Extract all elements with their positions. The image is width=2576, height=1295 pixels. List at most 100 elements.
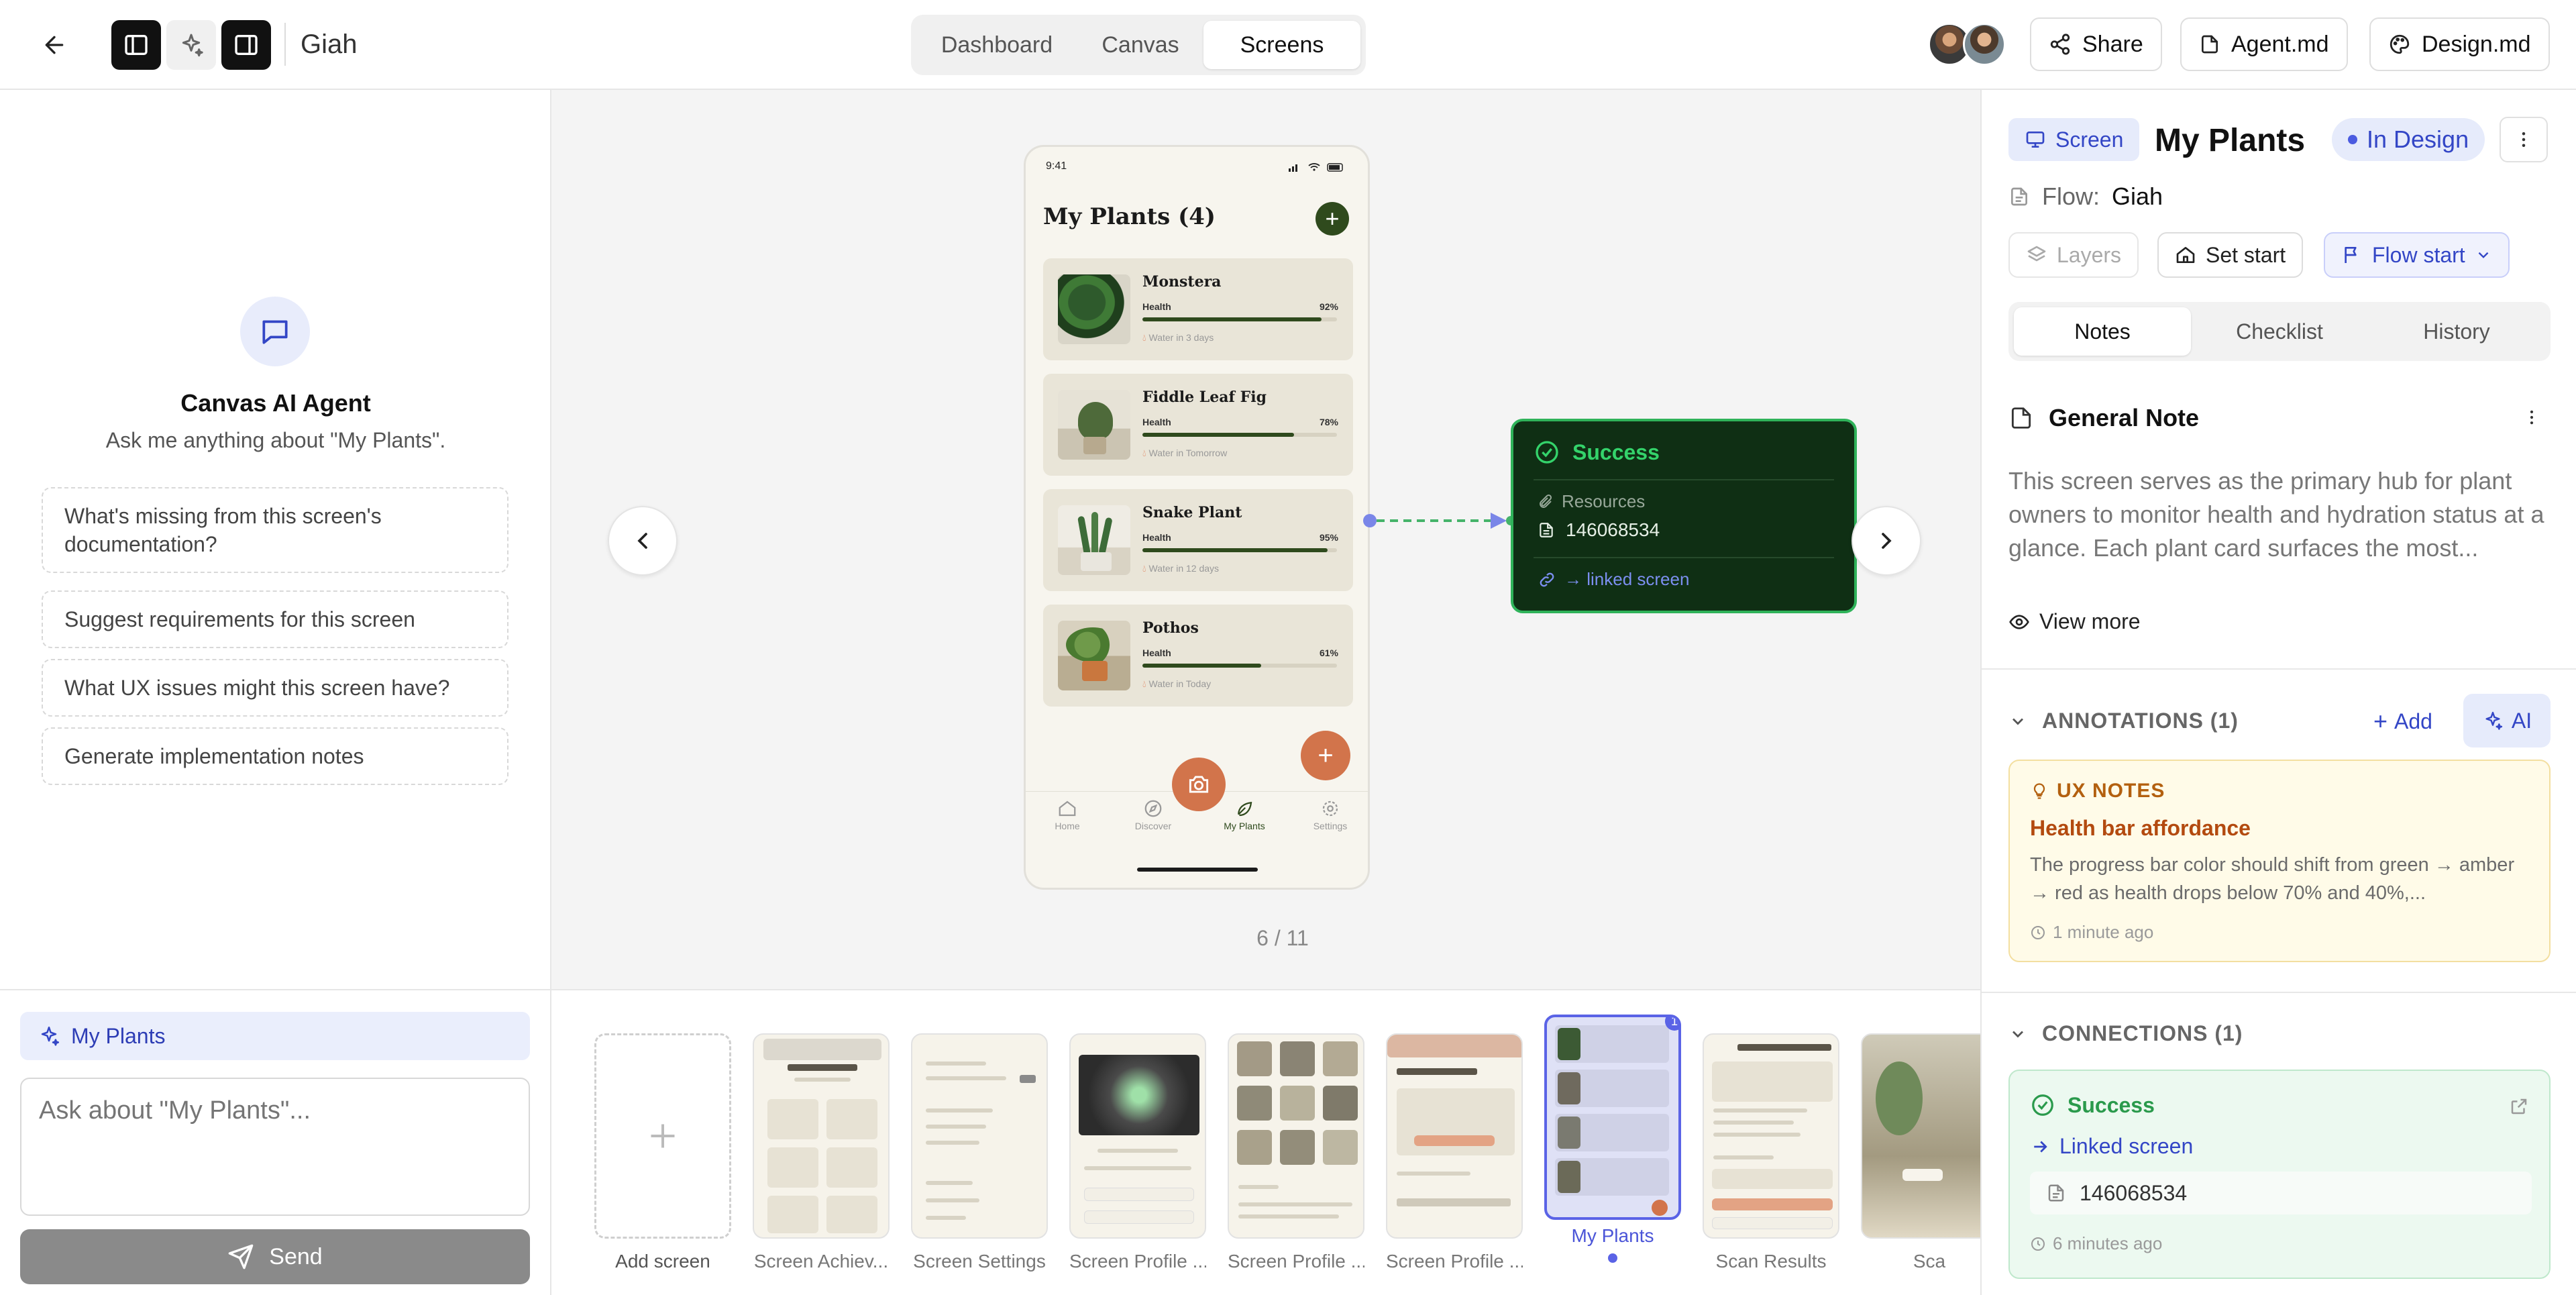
film-screen-item[interactable]: Scan Results: [1703, 1033, 1839, 1272]
ux-note-tag: UX NOTES: [2030, 780, 2165, 802]
suggestion-chip[interactable]: Generate implementation notes: [42, 727, 508, 785]
plant-card[interactable]: Snake Plant Health 95% 💧︎ Water in 12 da…: [1043, 489, 1353, 591]
phone-tab-label: Discover: [1134, 821, 1172, 831]
avatar[interactable]: [1963, 23, 2006, 66]
ux-note-timestamp: 1 minute ago: [2030, 922, 2153, 943]
view-more-label: View more: [2039, 609, 2141, 633]
suggestion-chip[interactable]: What UX issues might this screen have?: [42, 659, 508, 717]
health-bar-fill: [1142, 433, 1295, 437]
phone-tab-my-plants[interactable]: My Plants: [1218, 798, 1271, 831]
layers-button[interactable]: Layers: [2008, 232, 2139, 278]
toggle-ai-button[interactable]: [166, 20, 216, 70]
toggle-left-panel-button[interactable]: [111, 20, 161, 70]
tab-history[interactable]: History: [2368, 307, 2545, 356]
flag-icon: [2345, 247, 2357, 263]
tab-checklist[interactable]: Checklist: [2191, 307, 2368, 356]
chevron-down-icon: [2012, 1031, 2023, 1037]
view-more-link[interactable]: View more: [2008, 609, 2141, 634]
flow-start-dropdown[interactable]: Flow start: [2324, 232, 2510, 278]
film-thumbnail: [1861, 1033, 1980, 1239]
phone-preview[interactable]: 9:41 My Plants (4) + Monstera Health 92%…: [1024, 145, 1370, 890]
previous-screen-button[interactable]: [608, 506, 678, 576]
chat-input[interactable]: [20, 1078, 530, 1216]
send-button[interactable]: Send: [20, 1229, 530, 1284]
design-md-button[interactable]: Design.md: [2369, 17, 2550, 71]
arrow-left-icon: [45, 36, 64, 54]
phone-tab-home[interactable]: Home: [1040, 798, 1094, 831]
film-screen-item[interactable]: Sca: [1861, 1033, 1980, 1272]
context-chip[interactable]: My Plants: [20, 1012, 530, 1060]
plant-card[interactable]: Monstera Health 92% 💧︎ Water in 3 days: [1043, 258, 1353, 360]
screen-chip-label: Screen: [2055, 127, 2124, 152]
connection-resource-id: 146068534: [2080, 1180, 2188, 1205]
add-annotation-button[interactable]: + Add: [2373, 707, 2432, 735]
film-screen-item[interactable]: Screen Achiev...: [753, 1033, 890, 1272]
status-dot: [2348, 135, 2357, 144]
resource-item[interactable]: 146068534: [1538, 519, 1660, 541]
suggestion-chip[interactable]: Suggest requirements for this screen: [42, 590, 508, 648]
back-button[interactable]: [36, 27, 72, 63]
phone-add-button[interactable]: +: [1316, 202, 1349, 236]
film-screen-item[interactable]: Screen Profile ...: [1228, 1033, 1364, 1272]
plant-photo: [1058, 505, 1130, 575]
status-badge[interactable]: In Design: [2332, 118, 2485, 161]
tab-dashboard[interactable]: Dashboard: [916, 21, 1077, 69]
plant-card[interactable]: Fiddle Leaf Fig Health 78% 💧︎ Water in T…: [1043, 374, 1353, 476]
note-options-button[interactable]: [2522, 408, 2541, 430]
connection-start-handle[interactable]: [1363, 514, 1377, 527]
film-screen-item-selected[interactable]: 1 My Plants: [1544, 1015, 1681, 1263]
connection-card[interactable]: Success Linked screen 146068534 6 minute…: [2008, 1070, 2551, 1279]
connection-resource[interactable]: 146068534: [2030, 1172, 2532, 1214]
add-screen-button[interactable]: [594, 1033, 731, 1239]
add-screen-item[interactable]: Add screen: [594, 1033, 731, 1272]
tab-notes[interactable]: Notes: [2014, 307, 2191, 356]
status-bar-time: 9:41: [1046, 160, 1067, 172]
plant-health-value: 61%: [1319, 648, 1338, 658]
toggle-right-panel-button[interactable]: [221, 20, 271, 70]
film-screen-item[interactable]: Screen Profile ...: [1386, 1033, 1523, 1272]
tab-screens[interactable]: Screens: [1203, 21, 1360, 69]
phone-tab-label: My Plants: [1224, 821, 1265, 831]
phone-tab-settings[interactable]: Settings: [1303, 798, 1357, 831]
linked-screen-label: Linked screen: [2059, 1134, 2194, 1158]
check-circle-icon: [2032, 1094, 2053, 1116]
gear-icon: [1322, 800, 1338, 817]
open-external-button[interactable]: [2509, 1096, 2529, 1120]
tab-canvas[interactable]: Canvas: [1077, 21, 1203, 69]
general-note-title: General Note: [2049, 404, 2200, 431]
screen-filmstrip: Add screen Screen Achiev... Screen Setti…: [551, 989, 1980, 1295]
connections-header[interactable]: CONNECTIONS (1): [2008, 1021, 2243, 1046]
more-options-button[interactable]: [2500, 117, 2548, 162]
linked-screen-link[interactable]: → linked screen: [1538, 569, 1689, 590]
agent-md-button[interactable]: Agent.md: [2180, 17, 2348, 71]
next-screen-button[interactable]: [1851, 506, 1921, 576]
sidebar-right-icon: [235, 35, 258, 55]
success-node[interactable]: Success Resources 146068534 → linked scr…: [1511, 419, 1857, 613]
plant-photo: [1058, 621, 1130, 690]
share-button[interactable]: Share: [2030, 17, 2162, 71]
film-screen-item[interactable]: Screen Profile ...: [1069, 1033, 1206, 1272]
annotations-header[interactable]: ANNOTATIONS (1): [2008, 709, 2239, 733]
phone-camera-button[interactable]: [1172, 758, 1226, 811]
resources-label: Resources: [1538, 491, 1645, 512]
resource-id: 146068534: [1566, 519, 1660, 540]
film-screen-item[interactable]: Screen Settings: [911, 1033, 1048, 1272]
add-annotation-label: Add: [2394, 709, 2432, 733]
phone-fab-add-button[interactable]: +: [1301, 731, 1350, 780]
ux-note-card[interactable]: UX NOTES Health bar affordance The progr…: [2008, 760, 2551, 962]
plant-card[interactable]: Pothos Health 61% 💧︎ Water in Today: [1043, 605, 1353, 707]
film-thumbnail: [1703, 1033, 1839, 1239]
success-node-header: Success: [1534, 439, 1660, 466]
droplet-icon: 💧︎: [1142, 448, 1146, 458]
plus-icon: [651, 1124, 675, 1148]
screen-title: My Plants: [2155, 123, 2306, 158]
ai-annotation-button[interactable]: AI: [2463, 694, 2551, 747]
suggestion-chip[interactable]: What's missing from this screen's docume…: [42, 487, 508, 573]
linked-screen-link[interactable]: Linked screen: [2030, 1134, 2193, 1159]
details-tabs: Notes Checklist History: [2008, 302, 2551, 361]
film-thumbnail: [1386, 1033, 1523, 1239]
connection-title-text: Success: [2068, 1092, 2155, 1117]
connections-title: CONNECTIONS (1): [2042, 1021, 2243, 1045]
phone-tab-discover[interactable]: Discover: [1126, 798, 1180, 831]
set-start-button[interactable]: Set start: [2157, 232, 2304, 278]
